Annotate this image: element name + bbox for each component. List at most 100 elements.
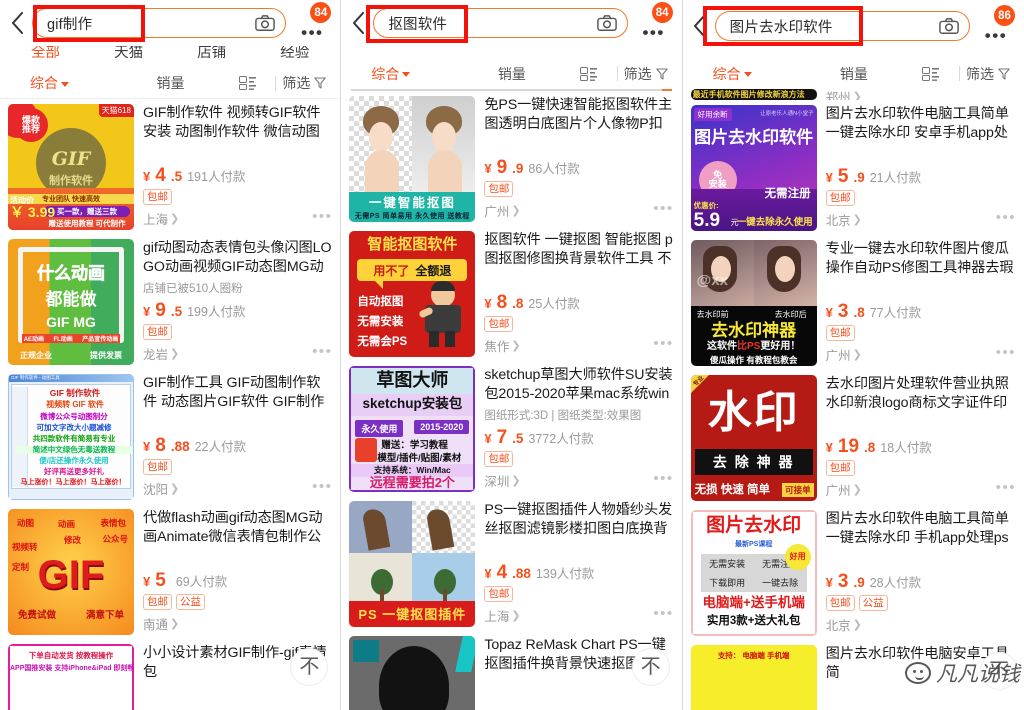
row-more-icon[interactable]: ••• <box>653 201 673 216</box>
list-view-icon[interactable] <box>567 66 611 81</box>
product-thumbnail[interactable]: 好用余断 让原老乐人通N小堂子 图片去水印软件 免安装 无需注册 优惠价: 5.… <box>690 105 817 231</box>
list-item[interactable]: 下单自动发货 按教程操作 APP国推安装 支持iPhone&iPad 即刻畅玩 … <box>0 639 340 710</box>
filter-button[interactable]: 筛选 <box>966 64 1014 84</box>
row-more-icon[interactable]: ••• <box>312 209 332 224</box>
product-title[interactable]: 去水印图片处理软件营业执照水印新浪logo商标文字证件印图还 <box>826 375 1016 413</box>
search-input[interactable]: gif制作 <box>32 8 287 38</box>
currency-symbol: ¥ <box>143 574 151 589</box>
list-item[interactable]: GIF 动图 动画 表情包 视频转 修改 公众号 定制 免费试做 满意下单 代做… <box>0 504 340 639</box>
list-item[interactable]: GIF 制作软件 - 动图工具 GIF 制作软件 视频转 GIF 软件 微博公众… <box>0 369 340 504</box>
list-item[interactable]: 一键智能抠图 无需PS 简单易用 永久使用 送教程 免PS一键快速智能抠图软件主… <box>341 91 681 226</box>
product-title[interactable]: 专业一键去水印软件图片傻瓜操作自动PS修图工具神器去瑕疵美 <box>826 240 1016 278</box>
product-title[interactable]: gif动图动态表情包头像闪图LOGO动画视频GIF动态图MG动画制 <box>143 239 332 277</box>
list-item-clipped[interactable]: 最近手机软件图片修改新浪方法 郑州 ❯ <box>683 89 1024 100</box>
scroll-to-top-button[interactable]: 不 <box>631 648 670 686</box>
list-item[interactable]: 草图大师 sketchup安装包 永久使用 2015-2020 赠送：学习教程 … <box>341 361 681 496</box>
sort-dropdown[interactable]: 综合 <box>351 64 457 84</box>
product-thumbnail[interactable]: 专业 水印 去 除 神 器 无损 快速 简单 可接单 <box>690 375 817 501</box>
list-view-icon[interactable] <box>225 76 269 90</box>
product-thumbnail[interactable]: GIF 动图 动画 表情包 视频转 修改 公众号 定制 免费试做 满意下单 <box>8 509 134 635</box>
product-title[interactable]: 抠图软件 一键抠图 智能抠图 p图抠图修图换背景软件工具 不用 <box>484 231 673 269</box>
thumb-line: GIF 制作软件 <box>49 388 101 398</box>
thumb-band: PS 一键抠图插件 <box>358 607 467 622</box>
product-thumbnail[interactable]: PS 一键抠图插件 <box>349 501 476 627</box>
tab-shop[interactable]: 店铺 <box>170 46 253 62</box>
row-more-icon[interactable]: ••• <box>996 480 1016 495</box>
filter-button[interactable]: 筛选 <box>624 64 672 84</box>
location-label: 北京 <box>825 619 851 633</box>
back-icon[interactable] <box>687 11 713 41</box>
more-menu[interactable]: 84 ••• <box>292 2 332 43</box>
product-thumbnail[interactable]: 什么动画 都能做 GIF MG AE动画 FL动画 产品宣传动画 正规企业 提供… <box>8 239 134 365</box>
list-item[interactable]: Topaz ReMask Chart PS一键抠图插件换背景快速抠图Win/Ma… <box>341 631 681 710</box>
product-title[interactable]: GIF制作软件 视频转GIF软件安装 动图制作软件 微信动图制作 <box>143 104 332 142</box>
product-thumbnail[interactable]: 天猫618 爆款 推荐 GIF 制作软件 专业团队 快速高效 买一款，赠送三款 赠… <box>8 104 134 230</box>
search-input[interactable]: 图片去水印软件 <box>714 11 970 41</box>
sales-sort-button[interactable]: 销量 <box>457 64 567 84</box>
product-title[interactable]: GIF制作工具 GIF动图制作软件 动态图片GIF软件 GIF制作软件 <box>143 374 332 412</box>
chevron-down-icon <box>743 72 752 77</box>
row-more-icon[interactable]: ••• <box>996 345 1016 360</box>
product-title[interactable]: 图片去水印软件电脑工具简单一键去除水印 手机app处理ps美化 <box>826 510 1016 548</box>
product-thumbnail[interactable]: 最近手机软件图片修改新浪方法 <box>690 89 817 100</box>
product-thumbnail[interactable]: 智能抠图软件 用不了 全额退 自动抠图 无需安装 无需会PS <box>349 231 476 357</box>
product-title[interactable]: PS一键抠图插件人物婚纱头发丝抠图滤镜影楼扣图白底换背景软 <box>484 501 673 539</box>
product-thumbnail[interactable]: 下单自动发货 按教程操作 APP国推安装 支持iPhone&iPad 即刻畅玩 <box>8 644 134 710</box>
sales-sort-button[interactable]: 销量 <box>116 73 226 93</box>
product-thumbnail[interactable]: 支持： 电脑端 手机端 <box>690 645 817 710</box>
product-list: 一键智能抠图 无需PS 简单易用 永久使用 送教程 免PS一键快速智能抠图软件主… <box>341 91 682 710</box>
price-integer: 8 <box>155 435 166 456</box>
camera-icon[interactable] <box>939 17 959 35</box>
row-more-icon[interactable]: ••• <box>653 606 673 621</box>
sales-sort-button[interactable]: 销量 <box>799 64 909 84</box>
product-thumbnail[interactable]: 一键智能抠图 无需PS 简单易用 永久使用 送教程 <box>349 96 476 222</box>
list-view-icon[interactable] <box>909 66 953 81</box>
list-item[interactable]: 什么动画 都能做 GIF MG AE动画 FL动画 产品宣传动画 正规企业 提供… <box>0 234 340 369</box>
more-dots-icon[interactable]: ••• <box>642 24 664 41</box>
product-thumbnail[interactable]: 草图大师 sketchup安装包 永久使用 2015-2020 赠送：学习教程 … <box>349 366 476 492</box>
tab-experience[interactable]: 经验 <box>253 46 336 62</box>
chevron-down-icon <box>402 72 411 77</box>
location-row: 沈阳 ❯ ••• <box>143 479 332 500</box>
list-item[interactable]: 天猫618 爆款 推荐 GIF 制作软件 专业团队 快速高效 买一款，赠送三款 赠… <box>0 99 340 234</box>
product-title[interactable]: sketchup草图大师软件SU安装包2015-2020苹果mac系统win <box>484 366 673 404</box>
product-title[interactable]: 免PS一键快速智能抠图软件主图透明白底图片个人像物P扣图换 <box>484 96 673 134</box>
more-dots-icon[interactable]: ••• <box>301 24 323 41</box>
product-thumbnail[interactable] <box>349 636 476 710</box>
camera-icon[interactable] <box>255 14 276 32</box>
list-item[interactable]: PS 一键抠图插件 PS一键抠图插件人物婚纱头发丝抠图滤镜影楼扣图白底换背景软 … <box>341 496 681 631</box>
product-title[interactable]: 代做flash动画gif动态图MG动画Animate微信表情包制作公众号 <box>143 509 332 547</box>
list-item[interactable]: 好用余断 让原老乐人通N小堂子 图片去水印软件 免安装 无需注册 优惠价: 5.… <box>683 100 1024 235</box>
tab-tmall[interactable]: 天猫 <box>87 46 170 62</box>
sort-dropdown[interactable]: 综合 <box>693 64 799 84</box>
more-dots-icon[interactable]: ••• <box>985 27 1007 44</box>
row-more-icon[interactable]: ••• <box>312 344 332 359</box>
product-thumbnail[interactable]: GIF 制作软件 - 动图工具 GIF 制作软件 视频转 GIF 软件 微博公众… <box>8 374 134 500</box>
list-item[interactable]: @xx 去水印前 去水印后 去水印神器 这软件比PS更好用！ 傻瓜操作 有教程包… <box>683 235 1024 370</box>
sort-dropdown[interactable]: 综合 <box>10 73 116 93</box>
currency-symbol: ¥ <box>484 431 492 446</box>
list-item[interactable]: 智能抠图软件 用不了 全额退 自动抠图 无需安装 无需会PS 抠图软件 一键抠图… <box>341 226 681 361</box>
back-icon[interactable] <box>345 8 371 38</box>
row-more-icon[interactable]: ••• <box>312 479 332 494</box>
product-title[interactable]: 图片去水印软件电脑工具简单一键去除水印 安卓手机app处理水 <box>826 105 1016 143</box>
row-more-icon[interactable]: ••• <box>653 471 673 486</box>
location-row: 北京 ❯ ••• <box>826 210 1016 231</box>
list-item[interactable]: 专业 水印 去 除 神 器 无损 快速 简单 可接单 去水印图片处理软件营业执照… <box>683 370 1024 505</box>
divider <box>275 75 277 91</box>
search-input[interactable]: 抠图软件 <box>373 8 628 38</box>
camera-icon[interactable] <box>596 14 617 32</box>
tab-all[interactable]: 全部 <box>4 46 87 62</box>
currency-symbol: ¥ <box>143 304 151 319</box>
more-menu[interactable]: 86 ••• <box>976 5 1016 46</box>
more-menu[interactable]: 84 ••• <box>634 2 674 43</box>
back-icon[interactable] <box>4 8 30 38</box>
thumb-line-b: 实用3款+送大礼包 <box>706 615 801 627</box>
row-more-icon[interactable]: ••• <box>653 336 673 351</box>
product-thumbnail[interactable]: 图片去水印 最新PS课程 无需安装 无需注册 下载即用 一键去除 好用 电脑端+… <box>690 510 817 636</box>
list-item[interactable]: 图片去水印 最新PS课程 无需安装 无需注册 下载即用 一键去除 好用 电脑端+… <box>683 505 1024 640</box>
row-more-icon[interactable]: ••• <box>996 210 1016 225</box>
search-bar: 抠图软件 84 ••• <box>341 0 682 46</box>
filter-button[interactable]: 筛选 <box>282 73 330 93</box>
product-thumbnail[interactable]: @xx 去水印前 去水印后 去水印神器 这软件比PS更好用！ 傻瓜操作 有教程包… <box>690 240 817 366</box>
